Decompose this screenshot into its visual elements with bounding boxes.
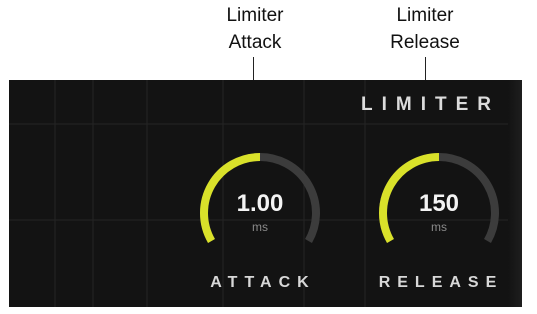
- callout-limiter-attack-line1: Limiter: [226, 5, 284, 26]
- callout-limiter-release: Limiter Release: [370, 2, 480, 56]
- attack-knob[interactable]: 1.00 ms: [195, 148, 325, 278]
- panel-frame-edge: [508, 80, 522, 307]
- callout-limiter-attack-line2: Attack: [228, 32, 282, 53]
- callout-limiter-release-line2: Release: [390, 32, 460, 53]
- release-value: 150: [418, 190, 460, 217]
- limiter-panel: LIMITER 1.00 ms ATTACK 150 ms RELEASE: [9, 80, 522, 307]
- limiter-section-title: LIMITER: [361, 94, 500, 115]
- callout-limiter-release-line1: Limiter: [396, 5, 454, 26]
- attack-value: 1.00: [236, 190, 284, 217]
- release-label: RELEASE: [378, 274, 504, 291]
- attack-unit: ms: [252, 220, 268, 234]
- release-knob[interactable]: 150 ms: [374, 148, 504, 278]
- release-unit: ms: [431, 220, 447, 234]
- callout-limiter-attack: Limiter Attack: [200, 2, 310, 56]
- attack-label: ATTACK: [210, 274, 316, 291]
